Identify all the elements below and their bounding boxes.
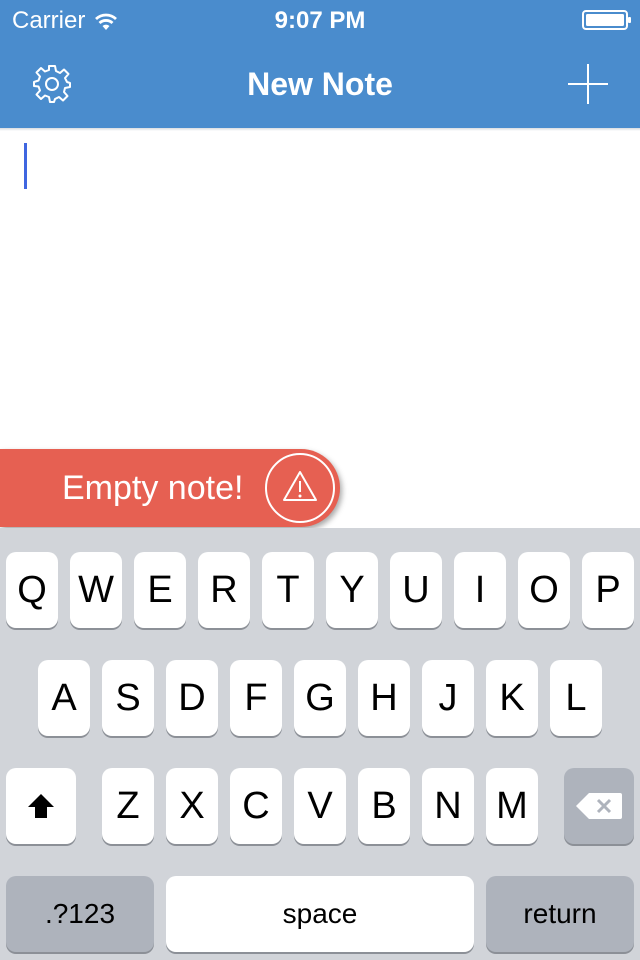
key-z[interactable]: Z [102, 768, 154, 844]
key-x[interactable]: X [166, 768, 218, 844]
key-s[interactable]: S [102, 660, 154, 736]
key-j[interactable]: J [422, 660, 474, 736]
shift-icon [28, 794, 54, 818]
key-n[interactable]: N [422, 768, 474, 844]
key-e[interactable]: E [134, 552, 186, 628]
key-o[interactable]: O [518, 552, 570, 628]
battery-icon [582, 10, 631, 30]
nav-bar: New Note [0, 40, 640, 128]
key-q[interactable]: Q [6, 552, 58, 628]
key-m[interactable]: M [486, 768, 538, 844]
key-t[interactable]: T [262, 552, 314, 628]
key-i[interactable]: I [454, 552, 506, 628]
key-d[interactable]: D [166, 660, 218, 736]
key-c[interactable]: C [230, 768, 282, 844]
key-y[interactable]: Y [326, 552, 378, 628]
key-w[interactable]: W [70, 552, 122, 628]
page-title: New Note [247, 66, 393, 102]
toast-message: Empty note! [62, 469, 244, 507]
space-key[interactable]: space [166, 876, 474, 952]
note-text-input[interactable] [22, 141, 622, 445]
numbers-key[interactable]: .?123 [6, 876, 154, 952]
key-g[interactable]: G [294, 660, 346, 736]
key-h[interactable]: H [358, 660, 410, 736]
key-p[interactable]: P [582, 552, 634, 628]
text-cursor [24, 143, 27, 189]
key-l[interactable]: L [550, 660, 602, 736]
status-bar: Carrier 9:07 PM [0, 0, 640, 40]
return-key[interactable]: return [486, 876, 634, 952]
shift-key[interactable] [6, 768, 76, 844]
empty-note-toast: Empty note! [0, 449, 340, 527]
settings-button[interactable] [22, 54, 82, 114]
plus-icon [568, 64, 608, 104]
add-note-button[interactable] [558, 54, 618, 114]
key-f[interactable]: F [230, 660, 282, 736]
backspace-key[interactable] [564, 768, 634, 844]
keyboard: Q W E R T Y U I O P A S D F G H J K L Z … [0, 528, 640, 960]
key-a[interactable]: A [38, 660, 90, 736]
key-u[interactable]: U [390, 552, 442, 628]
screen: Carrier 9:07 PM New Note Empty note! Q W… [0, 0, 640, 960]
key-b[interactable]: B [358, 768, 410, 844]
backspace-icon [576, 793, 622, 819]
gear-icon [33, 65, 71, 103]
header: Carrier 9:07 PM New Note [0, 0, 640, 128]
key-r[interactable]: R [198, 552, 250, 628]
warning-icon [265, 453, 335, 523]
key-v[interactable]: V [294, 768, 346, 844]
status-time: 9:07 PM [274, 7, 366, 34]
key-k[interactable]: K [486, 660, 538, 736]
